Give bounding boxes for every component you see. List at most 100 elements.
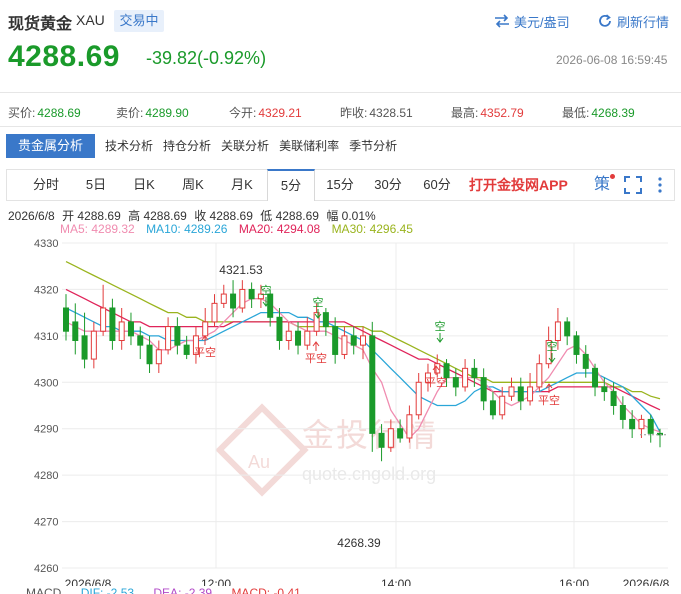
- candle-body: [452, 377, 459, 388]
- period-30min[interactable]: 30分: [363, 170, 413, 200]
- trade-signal-label: 空: [547, 339, 558, 353]
- tab-seasonal[interactable]: 季节分析: [349, 134, 407, 158]
- candlestick-chart[interactable]: Au金投行情quote.cngold.org 4330 4320 4310 4300 42…: [0, 230, 681, 586]
- macd-legend: MACD DIF: -2.53 DEA: -2.39 MACD: -0.41: [26, 586, 317, 594]
- candle-body: [230, 293, 237, 309]
- candle-body: [276, 316, 283, 341]
- trading-status-badge: 交易中: [114, 10, 164, 32]
- tab-positions[interactable]: 持仓分析: [163, 134, 221, 158]
- candle-body: [638, 418, 645, 430]
- candle-body: [554, 321, 561, 342]
- bar-amplitude: 幅 0.01%: [326, 209, 376, 223]
- divider: [0, 126, 681, 127]
- period-selector: 分时 5日 日K 周K 月K 5分 15分 30分 60分 打开金投网APP 策: [6, 169, 675, 201]
- open-app-link[interactable]: 打开金投网APP: [469, 170, 568, 200]
- quote-ask: 卖价: 4289.90: [116, 106, 189, 120]
- trade-signal-label: 平空: [194, 345, 216, 359]
- candle-body: [387, 428, 394, 448]
- candle-body: [155, 349, 162, 365]
- candle-body: [295, 330, 302, 346]
- trade-signal-label: 平空: [305, 351, 327, 365]
- y-tick-label: 4280: [34, 470, 58, 482]
- refresh-icon: [599, 14, 611, 27]
- bar-date: 2026/6/8: [8, 209, 55, 223]
- refresh-label: 刷新行情: [617, 14, 670, 30]
- y-tick-label: 4270: [34, 517, 58, 529]
- header: 现货黄金 XAU 交易中 美元/盎司 刷新行情: [0, 0, 681, 42]
- fullscreen-icon[interactable]: [624, 176, 642, 194]
- period-daily-k[interactable]: 日K: [119, 170, 169, 200]
- candle-body: [508, 386, 515, 397]
- candle-body: [174, 326, 181, 346]
- signal-arrow-down-icon: [436, 333, 444, 343]
- quote-low: 最低: 4268.39: [562, 106, 635, 120]
- analysis-tabs: 贵金属分析 技术分析 持仓分析 关联分析 美联储利率 季节分析: [6, 134, 407, 158]
- candle-body: [239, 288, 246, 309]
- instrument-title: 现货黄金: [8, 16, 73, 33]
- watermark: Au金投行情quote.cngold.org: [215, 403, 436, 497]
- y-tick-label: 4300: [34, 377, 58, 389]
- period-15min[interactable]: 15分: [315, 170, 365, 200]
- signal-arrow-up-icon: [312, 341, 320, 351]
- macd-dif: DIF: -2.53: [80, 586, 135, 594]
- period-weekly-k[interactable]: 周K: [168, 170, 218, 200]
- period-intraday[interactable]: 分时: [21, 170, 71, 200]
- candle-body: [489, 400, 496, 416]
- currency-unit-label: 美元/盎司: [514, 14, 570, 30]
- tab-correlation[interactable]: 关联分析: [221, 134, 279, 158]
- candle-body: [100, 307, 107, 332]
- candle-body: [573, 335, 580, 355]
- candle-body: [378, 432, 385, 448]
- tab-fed-rate[interactable]: 美联储利率: [279, 134, 349, 158]
- candle-body: [517, 386, 524, 402]
- divider: [0, 92, 681, 93]
- trade-signal-label: 平空: [538, 393, 560, 407]
- period-5day[interactable]: 5日: [71, 170, 121, 200]
- candle-body: [146, 344, 153, 365]
- candle-body: [360, 335, 366, 346]
- tab-precious-metals[interactable]: 贵金属分析: [6, 134, 96, 158]
- period-60min[interactable]: 60分: [412, 170, 462, 200]
- bar-high: 高 4288.69: [128, 209, 187, 223]
- swap-icon: [495, 14, 509, 28]
- y-tick-label: 4310: [34, 331, 58, 343]
- period-monthly-k[interactable]: 月K: [217, 170, 267, 200]
- candle-body: [202, 321, 209, 337]
- strategy-button[interactable]: 策: [594, 170, 610, 200]
- high-annotation: 4321.53: [219, 263, 263, 277]
- macd-dea: DEA: -2.39: [153, 586, 213, 594]
- candle-body: [137, 335, 144, 346]
- tab-technical[interactable]: 技术分析: [105, 134, 163, 158]
- bar-open: 开 4288.69: [62, 209, 121, 223]
- candle-body: [285, 330, 292, 342]
- x-tick-label: 12:00: [201, 577, 231, 586]
- candle-body: [165, 326, 172, 351]
- trade-signal-label: 空: [261, 283, 272, 297]
- candle-body: [81, 335, 88, 360]
- candle-body: [527, 386, 534, 402]
- y-tick-label: 4330: [34, 238, 58, 250]
- candle-body: [332, 326, 339, 355]
- refresh-quote-button[interactable]: 刷新行情: [597, 11, 669, 31]
- candle-body: [406, 414, 413, 439]
- quote-summary-row: 买价: 4288.69 卖价: 4289.90 今开: 4329.21 昨收: 4328…: [0, 100, 681, 122]
- candle-body: [564, 321, 571, 337]
- notification-dot: [610, 174, 615, 179]
- watermark-url: quote.cngold.org: [302, 464, 436, 484]
- candle-body: [63, 307, 69, 332]
- quote-high: 最高: 4352.79: [451, 106, 524, 120]
- candle-body: [629, 418, 636, 430]
- bar-low: 低 4288.69: [260, 209, 319, 223]
- candle-body: [322, 312, 329, 328]
- currency-unit-button[interactable]: 美元/盎司: [494, 11, 570, 31]
- candle-body: [592, 367, 599, 388]
- more-vertical-icon[interactable]: [655, 176, 665, 194]
- quote-bid: 买价: 4288.69: [8, 106, 81, 120]
- y-tick-label: 4320: [34, 284, 58, 296]
- candle-body: [471, 367, 478, 379]
- candle-body: [480, 377, 487, 402]
- price-change: -39.82(-0.92%): [146, 48, 267, 68]
- period-5min[interactable]: 5分: [267, 169, 315, 201]
- candle-body: [248, 288, 255, 300]
- y-tick-label: 4260: [34, 563, 58, 575]
